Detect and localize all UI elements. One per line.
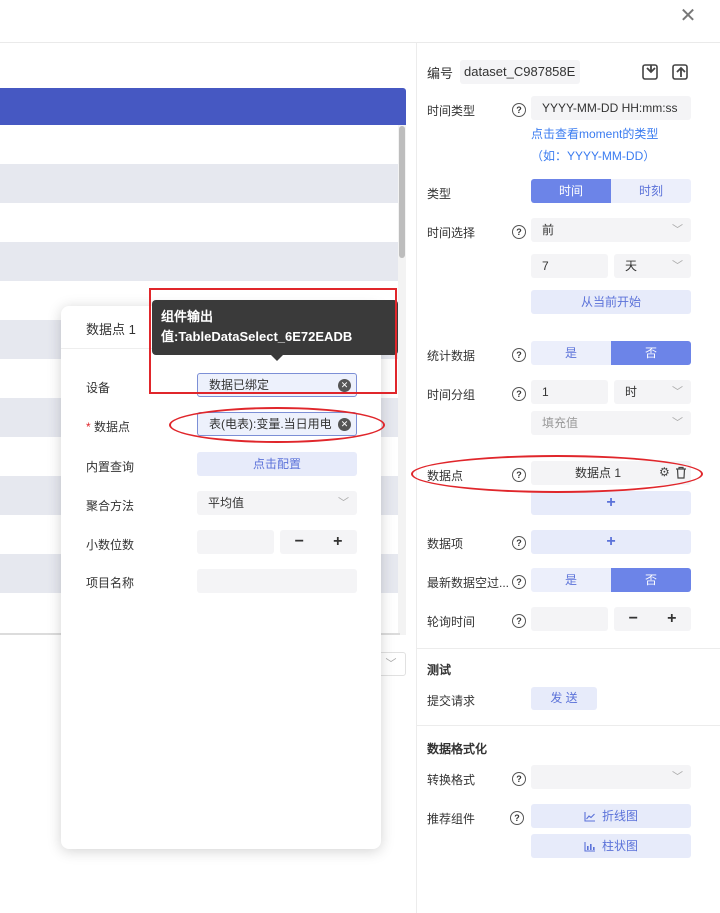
poll-stepper[interactable]: − + <box>614 607 691 631</box>
group-value-input[interactable]: 1 <box>531 380 608 404</box>
time-select-label: 时间选择 <box>427 226 476 240</box>
help-icon[interactable]: ? <box>512 575 526 589</box>
bar-chart-icon <box>584 842 595 852</box>
chevron-down-icon: ﹀ <box>338 497 349 509</box>
time-unit-dropdown[interactable]: 天 ﹀ <box>614 254 691 278</box>
type-option-time[interactable]: 时间 <box>531 179 611 203</box>
recommend-label: 推荐组件 <box>427 812 476 826</box>
latest-empty-toggle[interactable]: 是 否 <box>531 568 691 592</box>
time-select-dropdown[interactable]: 前 ﹀ <box>531 218 691 242</box>
line-chart-label: 折线图 <box>601 809 638 823</box>
time-count-input[interactable]: 7 <box>531 254 608 278</box>
stat-toggle[interactable]: 是 否 <box>531 341 691 365</box>
decimal-label: 小数位数 <box>86 538 135 552</box>
dataitem-label: 数据项 <box>427 537 464 551</box>
name-label: 项目名称 <box>86 576 135 590</box>
help-icon[interactable]: ? <box>512 348 526 362</box>
plus-button[interactable]: + <box>319 530 358 554</box>
type-label: 类型 <box>427 187 452 201</box>
table-scrollbar-thumb[interactable] <box>399 126 405 258</box>
table-row[interactable] <box>0 125 400 164</box>
import-icon[interactable] <box>641 62 661 82</box>
bar-chart-label: 柱状图 <box>601 839 638 853</box>
popup-datapoint-label: * 数据点 <box>86 418 130 435</box>
latest-option-yes[interactable]: 是 <box>531 568 611 592</box>
help-icon[interactable]: ? <box>512 772 526 786</box>
time-type-input[interactable]: YYYY-MM-DD HH:mm:ss <box>531 96 691 120</box>
chevron-down-icon: ﹀ <box>672 224 683 236</box>
agg-dropdown[interactable]: 平均值 ﹀ <box>197 491 357 515</box>
moment-link[interactable]: 点击查看moment的类型 <box>531 125 658 142</box>
group-unit-dropdown[interactable]: 时 ﹀ <box>614 380 691 404</box>
group-unit-value: 时 <box>625 385 638 399</box>
moment-example: （如：YYYY-MM-DD） <box>531 149 656 163</box>
help-icon[interactable]: ? <box>512 225 526 239</box>
decimal-stepper[interactable]: − + <box>280 530 357 554</box>
add-datapoint-button[interactable]: + <box>531 491 691 515</box>
table-row[interactable] <box>0 242 400 281</box>
submit-label: 提交请求 <box>427 694 476 708</box>
code-label: 编号 <box>427 66 454 81</box>
code-value: dataset_C987858E <box>460 60 580 84</box>
chevron-down-icon: ﹀ <box>672 771 683 783</box>
close-icon[interactable]: ✕ <box>676 4 700 28</box>
poll-label: 轮询时间 <box>427 615 476 629</box>
chevron-down-icon: ﹀ <box>672 417 683 429</box>
latest-option-no[interactable]: 否 <box>611 568 691 592</box>
help-icon[interactable]: ? <box>512 387 526 401</box>
section-divider <box>417 648 720 649</box>
stat-label: 统计数据 <box>427 349 476 363</box>
time-select-value: 前 <box>542 223 555 237</box>
latest-empty-label: 最新数据空过... <box>427 576 510 590</box>
table-header <box>0 88 406 125</box>
help-icon[interactable]: ? <box>512 103 526 117</box>
test-section-title: 测试 <box>427 663 452 677</box>
table-row[interactable] <box>0 164 400 203</box>
help-icon[interactable]: ? <box>510 811 524 825</box>
add-dataitem-button[interactable]: + <box>531 530 691 554</box>
line-chart-icon <box>584 812 595 822</box>
minus-button[interactable]: − <box>614 607 653 631</box>
table-row[interactable] <box>0 203 400 242</box>
help-icon[interactable]: ? <box>512 536 526 550</box>
popup-title: 数据点 1 <box>86 322 136 337</box>
format-section-title: 数据格式化 <box>427 742 488 756</box>
send-button[interactable]: 发 送 <box>531 687 597 710</box>
export-icon[interactable] <box>671 62 691 82</box>
convert-dropdown[interactable]: ﹀ <box>531 765 691 789</box>
poll-input[interactable] <box>531 607 608 631</box>
from-now-button[interactable]: 从当前开始 <box>531 290 691 314</box>
type-toggle[interactable]: 时间 时刻 <box>531 179 691 203</box>
annotation-rectangle <box>149 288 397 394</box>
convert-label: 转换格式 <box>427 773 476 787</box>
stat-option-no[interactable]: 否 <box>611 341 691 365</box>
fill-value-dropdown[interactable]: 填充值 ﹀ <box>531 411 691 435</box>
minus-button[interactable]: − <box>280 530 319 554</box>
type-option-moment[interactable]: 时刻 <box>611 179 691 203</box>
required-mark: * <box>86 420 91 434</box>
section-divider <box>417 725 720 726</box>
agg-value: 平均值 <box>208 496 245 510</box>
agg-label: 聚合方法 <box>86 499 135 513</box>
annotation-ellipse <box>411 455 703 493</box>
fill-value-placeholder: 填充值 <box>542 416 579 430</box>
device-label: 设备 <box>86 381 111 395</box>
bar-chart-button[interactable]: 柱状图 <box>531 834 691 858</box>
help-icon[interactable]: ? <box>512 614 526 628</box>
group-label: 时间分组 <box>427 388 476 402</box>
stat-option-yes[interactable]: 是 <box>531 341 611 365</box>
chevron-down-icon: ﹀ <box>672 260 683 272</box>
line-chart-button[interactable]: 折线图 <box>531 804 691 828</box>
annotation-ellipse <box>169 407 385 443</box>
query-label: 内置查询 <box>86 460 135 474</box>
time-unit-value: 天 <box>625 259 638 273</box>
time-type-label: 时间类型 <box>427 104 476 118</box>
plus-button[interactable]: + <box>653 607 692 631</box>
configure-query-button[interactable]: 点击配置 <box>197 452 357 476</box>
chevron-down-icon: ﹀ <box>672 386 683 398</box>
name-input[interactable] <box>197 569 357 593</box>
popup-datapoint-text: 数据点 <box>94 420 131 434</box>
decimal-input[interactable] <box>197 530 274 554</box>
